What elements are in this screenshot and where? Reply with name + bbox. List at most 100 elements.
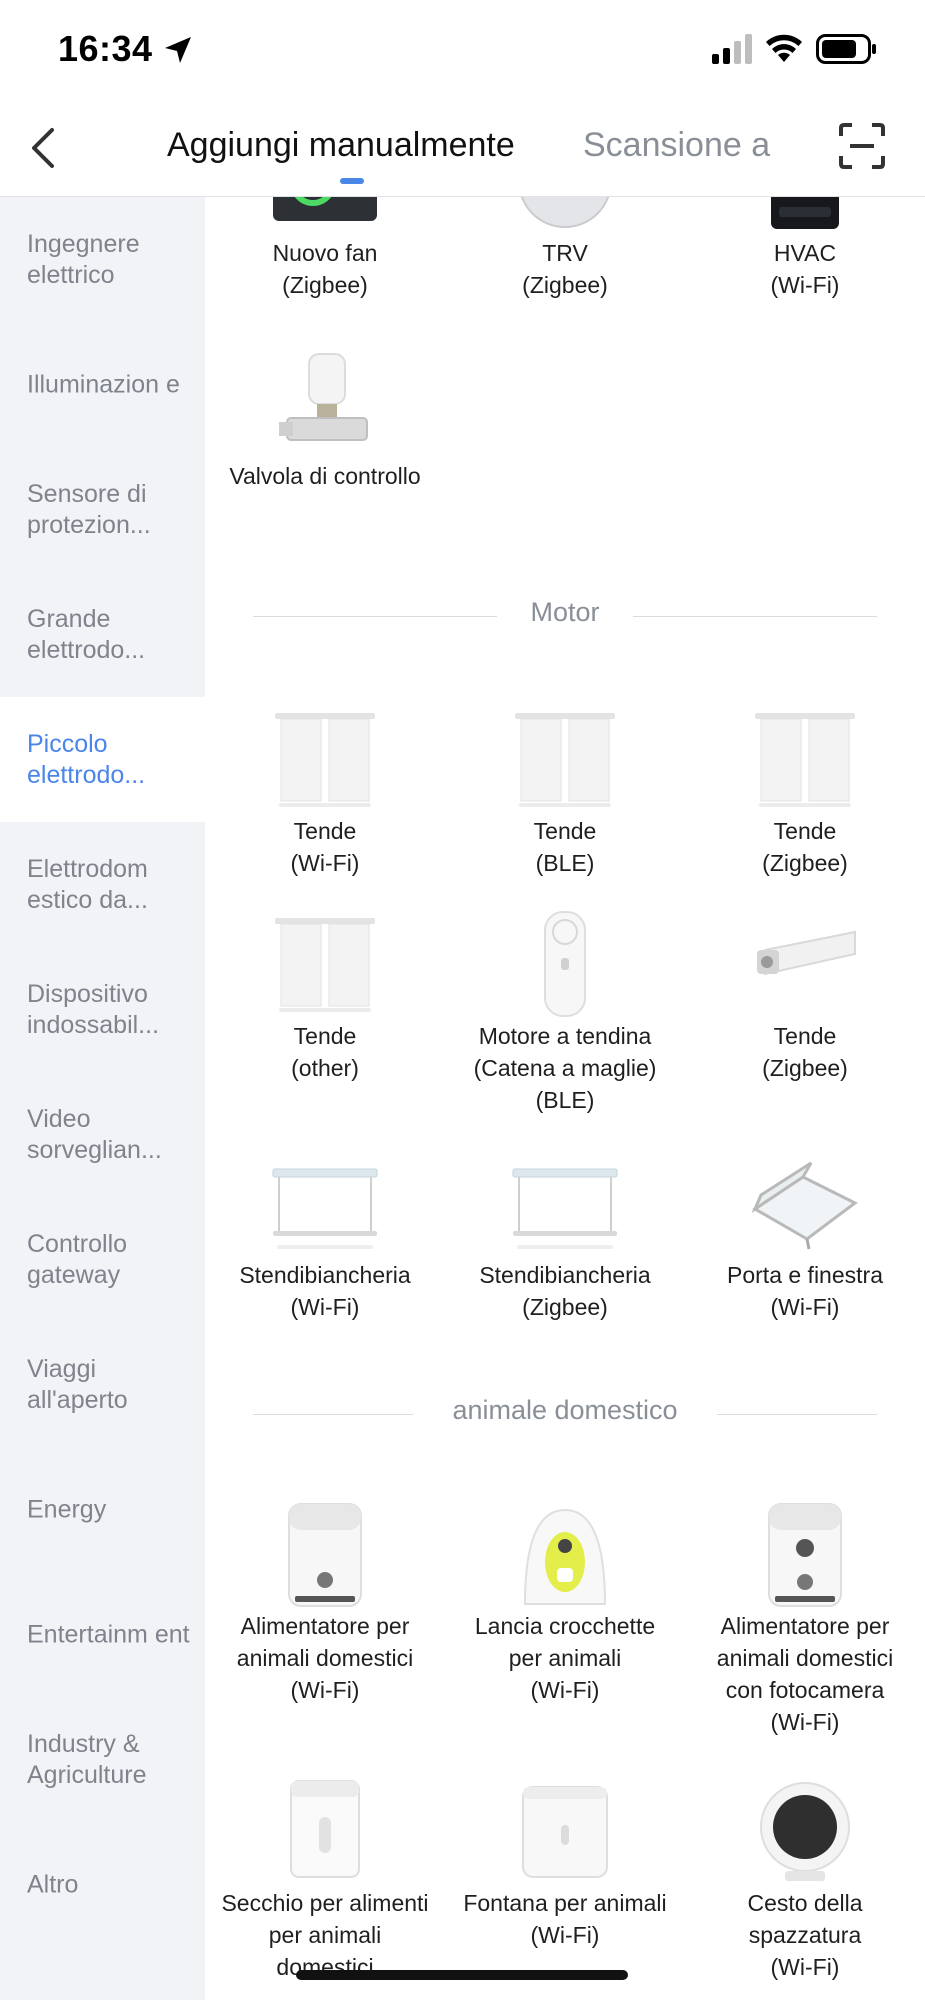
tab-add-manually[interactable]: Aggiungi manualmente [167,126,515,165]
device-tile-tende-zigbee[interactable]: Tende (Zigbee) [685,705,925,879]
curtain-rail-icon [745,910,865,1020]
section-header-animale-domestico: animale domestico [253,1395,877,1435]
camera-feeder-icon [745,1500,865,1610]
curtain-icon [265,705,385,815]
sidebar-item-industry-agriculture[interactable]: Industry & Agriculture [0,1697,205,1822]
tab-scan[interactable]: Scansione a [583,126,770,165]
device-protocol: (Wi-Fi) [290,1294,360,1320]
device-tile-porta-finestra[interactable]: Porta e finestra (Wi-Fi) [685,1149,925,1323]
sidebar-item-altro[interactable]: Altro [0,1822,205,1947]
sidebar-item-video-sorveglianza[interactable]: Video sorveglian... [0,1072,205,1197]
device-name: Secchio per alimenti [221,1890,429,1916]
sidebar-item-viaggi-aperto[interactable]: Viaggi all'aperto [0,1322,205,1447]
top-nav-bar: Aggiungi manualmente Scansione a [0,100,925,197]
category-sidebar: Ingegnere elettrico Illuminazion e Senso… [0,197,205,2000]
device-tile-tende-zigbee-2[interactable]: Tende (Zigbee) [685,910,925,1084]
device-tile-trv[interactable]: 25.0 TRV (Zigbee) [445,197,685,301]
location-arrow-icon [165,37,191,63]
sidebar-item-label: Dispositivo indossabil... [27,979,160,1039]
device-name: Stendibiancheria [479,1262,651,1288]
device-name: Tende [773,1023,837,1049]
device-tile-motore-tendina[interactable]: Motore a tendina (Catena a maglie) (BLE) [445,910,685,1116]
device-tile-valvola[interactable]: Valvola di controllo [205,350,445,492]
device-protocol: (Wi-Fi) [770,1954,840,1980]
device-name: Tende [533,818,597,844]
status-bar: 16:34 [0,0,925,100]
device-tile-secchio-alimenti[interactable]: Secchio per alimenti per animali domesti… [205,1777,445,1983]
pet-feeder-icon [265,1500,385,1610]
sidebar-item-illuminazione[interactable]: Illuminazion e [0,322,205,447]
sidebar-item-label: Piccolo elettrodo... [27,729,146,789]
sidebar-item-label: Elettrodom estico da... [27,854,148,914]
curtain-icon [505,705,625,815]
device-name-line2: per animali [268,1922,382,1948]
device-protocol: (Wi-Fi) [770,1709,840,1735]
sidebar-item-label: Sensore di protezion... [27,479,151,539]
trash-bin-icon [745,1777,865,1887]
device-tile-tende-ble[interactable]: Tende (BLE) [445,705,685,879]
device-protocol: (BLE) [535,850,595,876]
device-name: Porta e finestra [727,1262,883,1288]
food-bucket-icon [265,1777,385,1887]
wifi-icon [766,34,802,62]
sidebar-item-label: Industry & Agriculture [27,1729,147,1789]
trv-device-icon: 25.0 [505,197,625,237]
pet-fountain-icon [505,1777,625,1887]
device-tile-hvac[interactable]: HVAC (Wi-Fi) [685,197,925,301]
device-name-line2: animali domestici [236,1645,414,1671]
device-name: Tende [293,1023,357,1049]
cellular-signal-icon [712,34,752,64]
sidebar-item-dispositivo-indossabile[interactable]: Dispositivo indossabil... [0,947,205,1072]
sidebar-item-label: Entertainm ent [27,1620,190,1648]
sidebar-item-sensore-protezione[interactable]: Sensore di protezion... [0,447,205,572]
divider [717,1414,877,1415]
valve-device-icon [265,350,385,460]
device-protocol: (BLE) [535,1087,595,1113]
sidebar-item-entertainment[interactable]: Entertainm ent [0,1572,205,1697]
sidebar-item-controllo-gateway[interactable]: Controllo gateway [0,1197,205,1322]
device-name: Cesto della [747,1890,863,1916]
device-tile-tende-other[interactable]: Tende (other) [205,910,445,1084]
clothes-rack-icon [265,1149,385,1259]
sidebar-item-piccolo-elettrodomestico[interactable]: Piccolo elettrodo... [0,697,205,822]
device-tile-cesto-spazzatura[interactable]: Cesto della spazzatura (Wi-Fi) [685,1777,925,1983]
window-icon [745,1149,865,1259]
device-protocol: (Wi-Fi) [290,1677,360,1703]
device-tile-nuovo-fan[interactable]: Nuovo fan (Zigbee) [205,197,445,301]
device-tile-stendibiancheria-zigbee[interactable]: Stendibiancheria (Zigbee) [445,1149,685,1323]
section-title: animale domestico [452,1395,678,1425]
sidebar-item-elettrodomestico-da[interactable]: Elettrodom estico da... [0,822,205,947]
device-name: Fontana per animali [463,1890,667,1916]
device-name: Alimentatore per [720,1613,890,1639]
device-name-line3: con fotocamera [725,1677,885,1703]
active-tab-indicator [340,178,364,184]
device-name: Valvola di controllo [229,463,421,489]
device-tile-alimentatore-fotocamera[interactable]: Alimentatore per animali domestici con f… [685,1500,925,1738]
sidebar-item-ingegnere-elettrico[interactable]: Ingegnere elettrico [0,197,205,322]
fan-device-icon [265,197,385,237]
section-header-motor: Motor [253,597,877,637]
device-tile-lancia-crocchette[interactable]: Lancia crocchette per animali (Wi-Fi) [445,1500,685,1706]
device-tile-alimentatore[interactable]: Alimentatore per animali domestici (Wi-F… [205,1500,445,1706]
device-tile-fontana[interactable]: Fontana per animali (Wi-Fi) [445,1777,685,1951]
device-protocol: (Zigbee) [522,1294,608,1320]
sidebar-item-energy[interactable]: Energy [0,1447,205,1572]
scan-qr-icon[interactable] [838,122,886,170]
sidebar-item-label: Illuminazion e [27,370,180,398]
device-tile-tende-wifi[interactable]: Tende (Wi-Fi) [205,705,445,879]
device-protocol: (Wi-Fi) [530,1922,600,1948]
device-tile-stendibiancheria-wifi[interactable]: Stendibiancheria (Wi-Fi) [205,1149,445,1323]
device-protocol: (Zigbee) [282,272,368,298]
sidebar-item-grande-elettrodomestico[interactable]: Grande elettrodo... [0,572,205,697]
device-name: Lancia crocchette [474,1613,656,1639]
device-name-line2: per animali [508,1645,622,1671]
sidebar-item-label: Energy [27,1495,107,1523]
battery-icon [816,34,876,64]
device-name: Motore a tendina [478,1023,652,1049]
sidebar-item-label: Ingegnere elettrico [27,229,140,289]
divider [633,616,877,617]
back-arrow-icon[interactable] [28,126,58,170]
hvac-device-icon [745,197,865,237]
sidebar-item-label: Video sorveglian... [27,1104,162,1164]
device-list: Nuovo fan (Zigbee) 25.0 TRV (Zigbee) HVA… [205,197,925,2000]
